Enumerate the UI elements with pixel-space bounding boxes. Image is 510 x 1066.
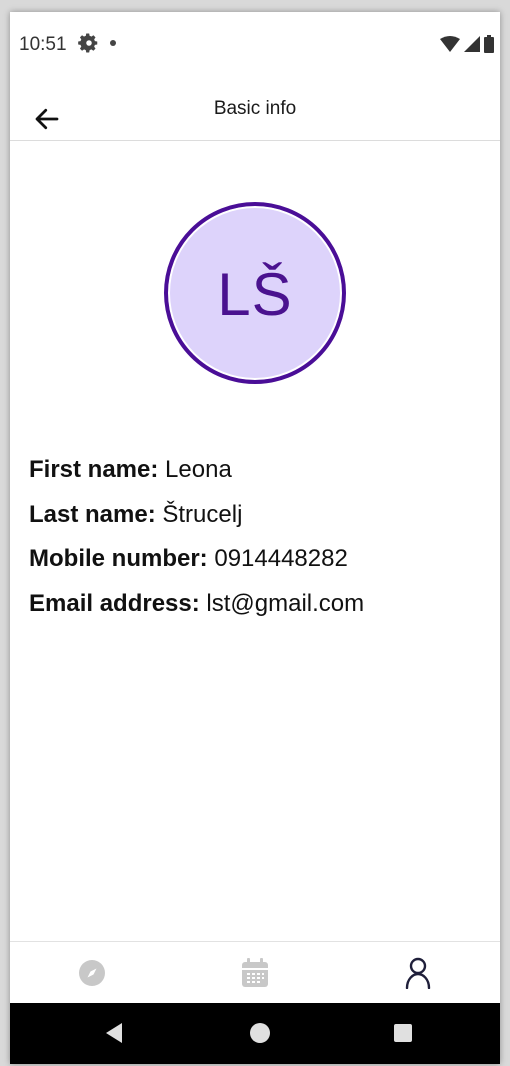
email-value: lst@gmail.com (206, 589, 365, 617)
last-name-row: Last name: Štrucelj (29, 497, 364, 542)
system-navigation-bar (10, 1003, 500, 1064)
bottom-navigation (10, 941, 500, 1004)
email-label: Email address: (29, 589, 200, 617)
status-icons (440, 34, 494, 54)
notification-dot-icon (110, 40, 116, 46)
home-circle-icon[interactable] (248, 1021, 272, 1045)
first-name-value: Leona (165, 456, 232, 483)
status-bar: 10:51 (10, 12, 500, 82)
email-row: Email address: lst@gmail.com (29, 586, 364, 631)
nav-item-explore[interactable] (10, 942, 173, 1004)
first-name-label: First name: (29, 456, 159, 483)
battery-icon (484, 35, 494, 53)
mobile-number-label: Mobile number: (29, 545, 208, 572)
nav-item-calendar[interactable] (173, 942, 336, 1004)
back-triangle-icon[interactable] (104, 1021, 124, 1045)
wifi-icon (440, 36, 460, 52)
signal-icon (464, 36, 480, 52)
page-title: Basic info (213, 98, 297, 119)
nav-item-profile[interactable] (336, 942, 499, 1004)
avatar-initials: LŠ (217, 260, 293, 328)
phone-screen: 10:51 Basic info LŠ First name: Leona La… (10, 12, 500, 1064)
app-bar: Basic info (10, 82, 500, 141)
compass-icon (78, 960, 105, 986)
recents-square-icon[interactable] (392, 1021, 414, 1045)
last-name-value: Štrucelj (162, 500, 243, 528)
calendar-icon (241, 958, 268, 987)
profile-icon (405, 957, 430, 989)
settings-icon (78, 33, 98, 53)
last-name-label: Last name: (29, 500, 156, 528)
avatar: LŠ (164, 202, 346, 384)
mobile-number-row: Mobile number: 0914448282 (29, 541, 364, 586)
profile-info: First name: Leona Last name: Štrucelj Mo… (29, 452, 364, 630)
first-name-row: First name: Leona (29, 452, 364, 497)
mobile-number-value: 0914448282 (214, 545, 348, 572)
status-time: 10:51 (19, 34, 67, 55)
